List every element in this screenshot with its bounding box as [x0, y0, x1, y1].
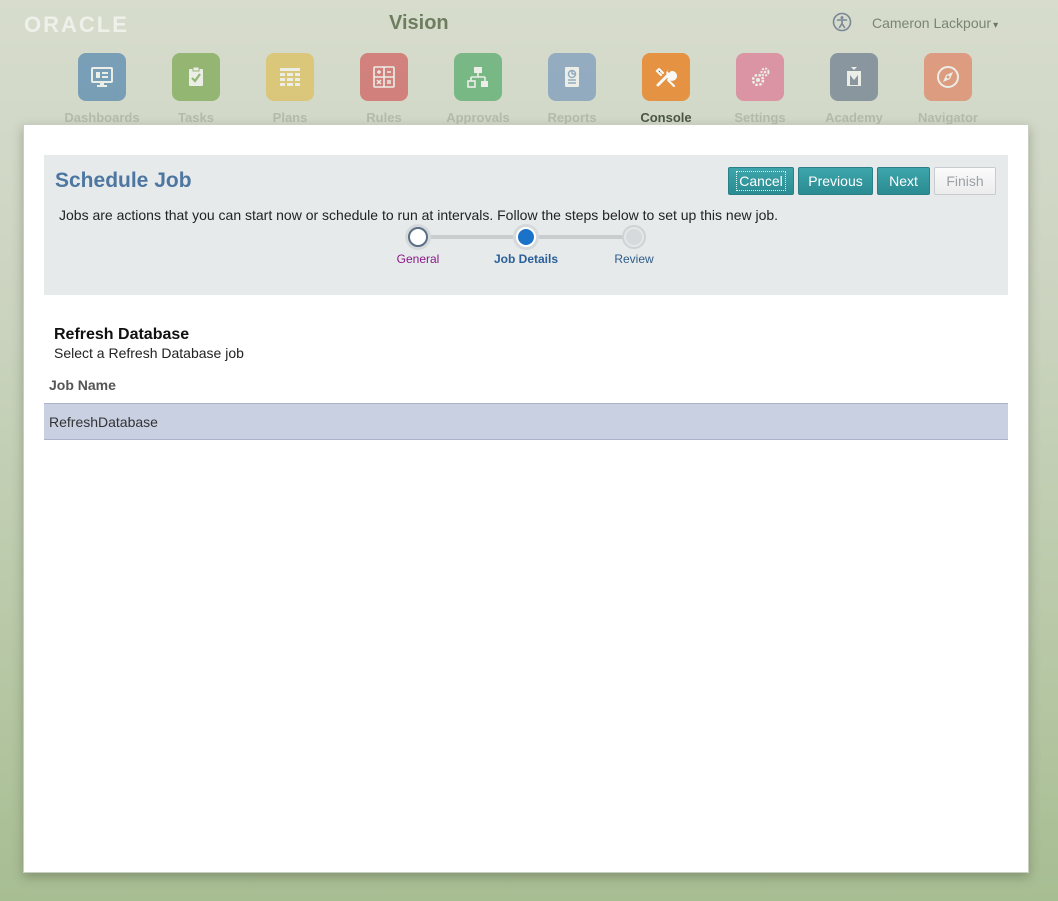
monitor-icon — [78, 53, 126, 101]
nav-console[interactable]: Console — [619, 53, 713, 125]
step-general-label[interactable]: General — [368, 252, 468, 266]
section-subtitle: Select a Refresh Database job — [54, 345, 244, 361]
step-review-label[interactable]: Review — [584, 252, 684, 266]
nav-label: Rules — [366, 110, 402, 125]
step-job-details-marker[interactable] — [516, 227, 536, 247]
nav-label: Academy — [825, 110, 883, 125]
nav-reports[interactable]: Reports — [525, 53, 619, 125]
schedule-job-dialog: Schedule Job Cancel Previous Next Finish… — [23, 124, 1029, 873]
nav-rules[interactable]: Rules — [337, 53, 431, 125]
nav-label: Approvals — [446, 110, 510, 125]
cancel-label: Cancel — [736, 171, 786, 191]
nav-plans[interactable]: Plans — [243, 53, 337, 125]
gears-icon — [736, 53, 784, 101]
clipboard-check-icon — [172, 53, 220, 101]
compass-icon — [924, 53, 972, 101]
app-title: Vision — [389, 12, 449, 34]
section-title: Refresh Database — [54, 326, 190, 343]
nav-tasks[interactable]: Tasks — [149, 53, 243, 125]
nav-label: Tasks — [178, 110, 214, 125]
chevron-down-icon: ▾ — [993, 20, 999, 31]
user-menu[interactable]: Cameron Lackpour ▾ — [872, 15, 998, 31]
calculator-icon — [360, 53, 408, 101]
nav-label: Reports — [547, 110, 597, 125]
step-review-marker[interactable] — [624, 227, 644, 247]
tools-icon — [642, 53, 690, 101]
column-header-job-name[interactable]: Job Name — [49, 377, 116, 393]
academy-icon — [830, 53, 878, 101]
train-connector — [536, 235, 634, 239]
top-bar: ORACLE Vision Cameron Lackpour ▾ Dashboar… — [0, 0, 1058, 125]
report-icon — [548, 53, 596, 101]
user-name: Cameron Lackpour — [872, 15, 992, 31]
hierarchy-icon — [454, 53, 502, 101]
step-train: General Job Details Review — [44, 227, 1008, 267]
nav-approvals[interactable]: Approvals — [431, 53, 525, 125]
table-row[interactable]: RefreshDatabase — [44, 403, 1008, 440]
previous-button[interactable]: Previous — [798, 167, 873, 195]
next-button[interactable]: Next — [877, 167, 930, 195]
job-name-cell: RefreshDatabase — [49, 414, 158, 430]
step-general-marker[interactable] — [408, 227, 428, 247]
finish-button[interactable]: Finish — [934, 167, 996, 195]
dialog-header: Schedule Job Cancel Previous Next Finish… — [44, 155, 1008, 295]
nav-label: Dashboards — [64, 110, 140, 125]
nav-label: Plans — [272, 110, 308, 125]
nav-label: Settings — [734, 110, 786, 125]
accessibility-icon[interactable] — [832, 12, 852, 32]
grid-icon — [266, 53, 314, 101]
nav-settings[interactable]: Settings — [713, 53, 807, 125]
cancel-button[interactable]: Cancel — [728, 167, 794, 195]
nav-label: Navigator — [918, 110, 978, 125]
nav-academy[interactable]: Academy — [807, 53, 901, 125]
step-job-details-label[interactable]: Job Details — [476, 252, 576, 266]
nav-label: Console — [640, 110, 692, 125]
nav-dashboards[interactable]: Dashboards — [55, 53, 149, 125]
nav-navigator[interactable]: Navigator — [901, 53, 995, 125]
oracle-logo: ORACLE — [24, 12, 129, 37]
dialog-title: Schedule Job — [55, 169, 192, 192]
dialog-description: Jobs are actions that you can start now … — [59, 207, 779, 223]
train-connector — [428, 235, 526, 239]
